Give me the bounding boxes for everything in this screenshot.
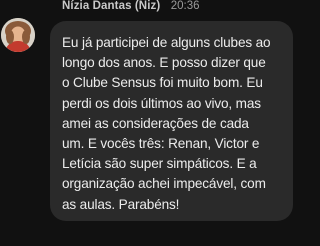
message-bubble: Eu já participei de alguns clubes ao lon…	[50, 21, 293, 221]
sender-name[interactable]: Nízia Dantas (Niz)	[62, 0, 160, 12]
message-header: Nízia Dantas (Niz) 20:36	[62, 0, 200, 12]
chat-message-view: Nízia Dantas (Niz) 20:36 Eu já participe…	[0, 0, 312, 246]
message-text: Eu já participei de alguns clubes ao lon…	[62, 35, 271, 212]
sender-avatar[interactable]	[1, 18, 35, 52]
message-timestamp: 20:36	[170, 0, 200, 12]
avatar-photo-icon	[1, 18, 35, 52]
